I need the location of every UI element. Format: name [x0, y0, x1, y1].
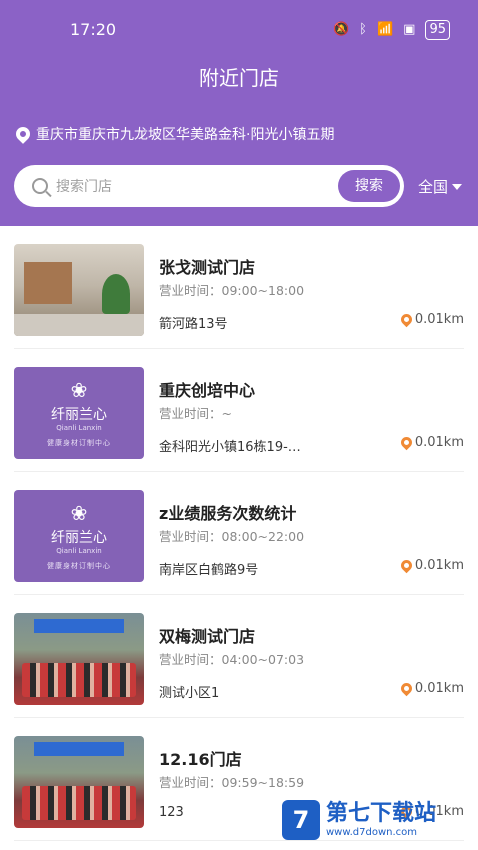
store-item[interactable]: ❀ 纤丽兰心 Qianli Lanxin 健康身材订制中心 重庆创培中心 营业时… — [14, 349, 464, 472]
store-photo-floor — [14, 314, 144, 336]
watermark-logo-icon: 7 — [282, 800, 320, 840]
bluetooth-icon: ᛒ — [359, 22, 367, 37]
store-hours: 营业时间：09:59~18:59 — [159, 775, 305, 790]
store-hours: 营业时间：08:00~22:00 — [159, 529, 305, 544]
store-logo: ❀ 纤丽兰心 Qianli Lanxin 健康身材订制中心 — [14, 490, 144, 582]
distance-pin-icon — [398, 434, 415, 451]
status-icons: 🔕 ᛒ 📶 ▣ 95 — [333, 20, 450, 40]
watermark-url: www.d7down.com — [326, 827, 418, 838]
status-time: 17:20 — [70, 20, 117, 39]
store-item[interactable]: 双梅测试门店 营业时间：04:00~07:03 测试小区1 0.01km — [14, 595, 464, 718]
store-hours: 营业时间：09:00~18:00 — [159, 283, 305, 298]
store-list: 张戈测试门店 营业时间：09:00~18:00 箭河路13号 0.01km ❀ … — [0, 226, 478, 841]
store-photo — [14, 613, 144, 705]
store-item[interactable]: ❀ 纤丽兰心 Qianli Lanxin 健康身材订制中心 z业绩服务次数统计 … — [14, 472, 464, 595]
brand-sub: Qianli Lanxin — [56, 424, 102, 432]
distance-value: 0.01km — [414, 312, 464, 327]
status-bar: 17:20 🔕 ᛒ 📶 ▣ 95 — [0, 0, 478, 60]
store-name: z业绩服务次数统计 — [159, 504, 297, 523]
store-photo-sign — [34, 742, 124, 756]
store-photo-plant — [102, 274, 130, 314]
store-distance: 0.01km — [398, 557, 464, 574]
store-name: 12.16门店 — [159, 750, 242, 769]
store-address: 南岸区白鹤路9号 — [159, 563, 259, 578]
store-logo: ❀ 纤丽兰心 Qianli Lanxin 健康身材订制中心 — [14, 367, 144, 459]
lotus-icon: ❀ — [70, 501, 88, 525]
distance-pin-icon — [398, 557, 415, 574]
store-address: 测试小区1 — [159, 686, 220, 701]
distance-value: 0.01km — [414, 558, 464, 573]
store-distance: 0.01km — [398, 311, 464, 328]
header-panel: 17:20 🔕 ᛒ 📶 ▣ 95 附近门店 重庆市重庆市九龙坡区华美路金科·阳光… — [0, 0, 478, 226]
current-location[interactable]: 重庆市重庆市九龙坡区华美路金科·阳光小镇五期 — [13, 124, 335, 144]
store-photo-shelf — [24, 262, 72, 304]
wifi-icon: 📶 — [376, 22, 394, 37]
watermark-title: 第七下载站 — [326, 801, 437, 826]
store-name: 双梅测试门店 — [159, 627, 256, 646]
watermark-text: 第七下载站 www.d7down.com — [326, 801, 436, 839]
store-photo — [14, 244, 144, 336]
brand-name: 纤丽兰心 — [51, 407, 107, 423]
store-item[interactable]: 张戈测试门店 营业时间：09:00~18:00 箭河路13号 0.01km — [14, 226, 464, 349]
store-photo-people — [22, 663, 136, 697]
site-watermark: 7 第七下载站 www.d7down.com — [282, 800, 436, 840]
store-photo-sign — [34, 619, 124, 633]
sim-icon: ▣ — [403, 22, 416, 37]
distance-value: 0.01km — [414, 681, 464, 696]
distance-pin-icon — [398, 680, 415, 697]
mute-icon: 🔕 — [332, 22, 350, 37]
region-label: 全国 — [418, 178, 449, 196]
store-distance: 0.01km — [398, 434, 464, 451]
search-button[interactable]: 搜索 — [338, 170, 400, 202]
store-distance: 0.01km — [398, 680, 464, 697]
location-address: 重庆市重庆市九龙坡区华美路金科·阳光小镇五期 — [36, 127, 335, 143]
brand-tagline: 健康身材订制中心 — [47, 562, 111, 570]
store-address: 金科阳光小镇16栋19-… — [159, 440, 301, 455]
store-name: 重庆创培中心 — [159, 381, 256, 400]
battery-icon: 95 — [425, 20, 450, 40]
store-hours: 营业时间：~ — [159, 406, 232, 421]
page-title: 附近门店 — [199, 66, 279, 90]
location-pin-icon — [13, 124, 33, 144]
store-address: 箭河路13号 — [159, 317, 228, 332]
store-hours: 营业时间：04:00~07:03 — [159, 652, 305, 667]
distance-value: 0.01km — [414, 435, 464, 450]
search-bar[interactable]: 搜索门店 搜索 — [14, 165, 404, 207]
search-input[interactable]: 搜索门店 — [56, 176, 112, 196]
region-selector[interactable]: 全国 — [418, 176, 463, 197]
distance-pin-icon — [398, 311, 415, 328]
lotus-icon: ❀ — [70, 378, 88, 402]
store-name: 张戈测试门店 — [159, 258, 256, 277]
brand-sub: Qianli Lanxin — [56, 547, 102, 555]
search-icon — [32, 178, 48, 194]
brand-tagline: 健康身材订制中心 — [47, 439, 111, 447]
brand-name: 纤丽兰心 — [51, 530, 107, 546]
chevron-down-icon — [452, 183, 463, 190]
store-photo — [14, 736, 144, 828]
store-photo-people — [22, 786, 136, 820]
